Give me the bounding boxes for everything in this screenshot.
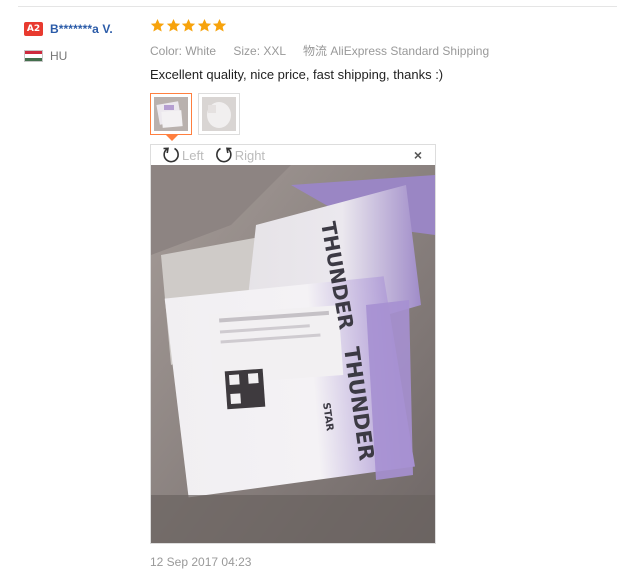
star-icon <box>212 18 227 33</box>
attribute-label: Color: <box>150 44 183 58</box>
attribute-value: XXL <box>263 44 286 58</box>
review-photo: THUNDER THUNDER STAR <box>151 165 435 543</box>
hungary-flag-icon <box>24 50 43 62</box>
photo-thumbnail-1[interactable] <box>150 93 192 141</box>
buyer-level-badge: A2 <box>24 22 43 36</box>
reviewer-country: HU <box>24 49 144 63</box>
photo-viewer: Left Right × THUNDER THUNDER STAR <box>150 144 436 544</box>
rotate-left-button[interactable]: Left <box>161 145 204 165</box>
close-viewer-button[interactable]: × <box>411 148 425 162</box>
attribute-label: 物流 <box>303 44 328 58</box>
star-rating <box>150 18 228 33</box>
review-divider <box>18 6 617 7</box>
rotate-left-icon <box>163 147 179 163</box>
attribute-label: Size: <box>233 44 261 58</box>
star-icon <box>150 18 165 33</box>
attribute-color: Color: White <box>150 44 219 58</box>
rotate-left-label: Left <box>182 147 204 163</box>
rotate-right-label: Right <box>234 147 266 163</box>
reviewer-row: A2 B*******a V. <box>24 20 144 38</box>
rotate-right-icon <box>215 147 232 163</box>
star-icon <box>181 18 196 33</box>
star-icon <box>197 18 212 33</box>
attribute-size: Size: XXL <box>233 44 289 58</box>
attribute-value: White <box>185 44 217 58</box>
reviewer-name[interactable]: B*******a V. <box>50 22 113 36</box>
thumbnail-selected-arrow <box>166 135 178 141</box>
review-photo-image: THUNDER THUNDER STAR <box>151 165 435 543</box>
photo-thumbnail-image <box>154 97 188 131</box>
review-photo-thumbnails <box>150 93 246 141</box>
country-code: HU <box>50 49 68 63</box>
attribute-value: AliExpress Standard Shipping <box>330 44 490 58</box>
photo-viewer-toolbar: Left Right × <box>151 145 435 165</box>
star-icon <box>166 18 181 33</box>
review-text: Excellent quality, nice price, fast ship… <box>150 67 444 82</box>
reviewer-info: A2 B*******a V. HU <box>24 20 144 63</box>
attribute-shipping: 物流 AliExpress Standard Shipping <box>303 44 489 58</box>
photo-thumbnail-image <box>202 97 236 131</box>
review-attributes: Color: White Size: XXL 物流 AliExpress Sta… <box>150 42 503 59</box>
photo-thumbnail-2[interactable] <box>198 93 240 135</box>
review-date: 12 Sep 2017 04:23 <box>150 555 252 569</box>
rotate-right-button[interactable]: Right <box>214 145 265 165</box>
